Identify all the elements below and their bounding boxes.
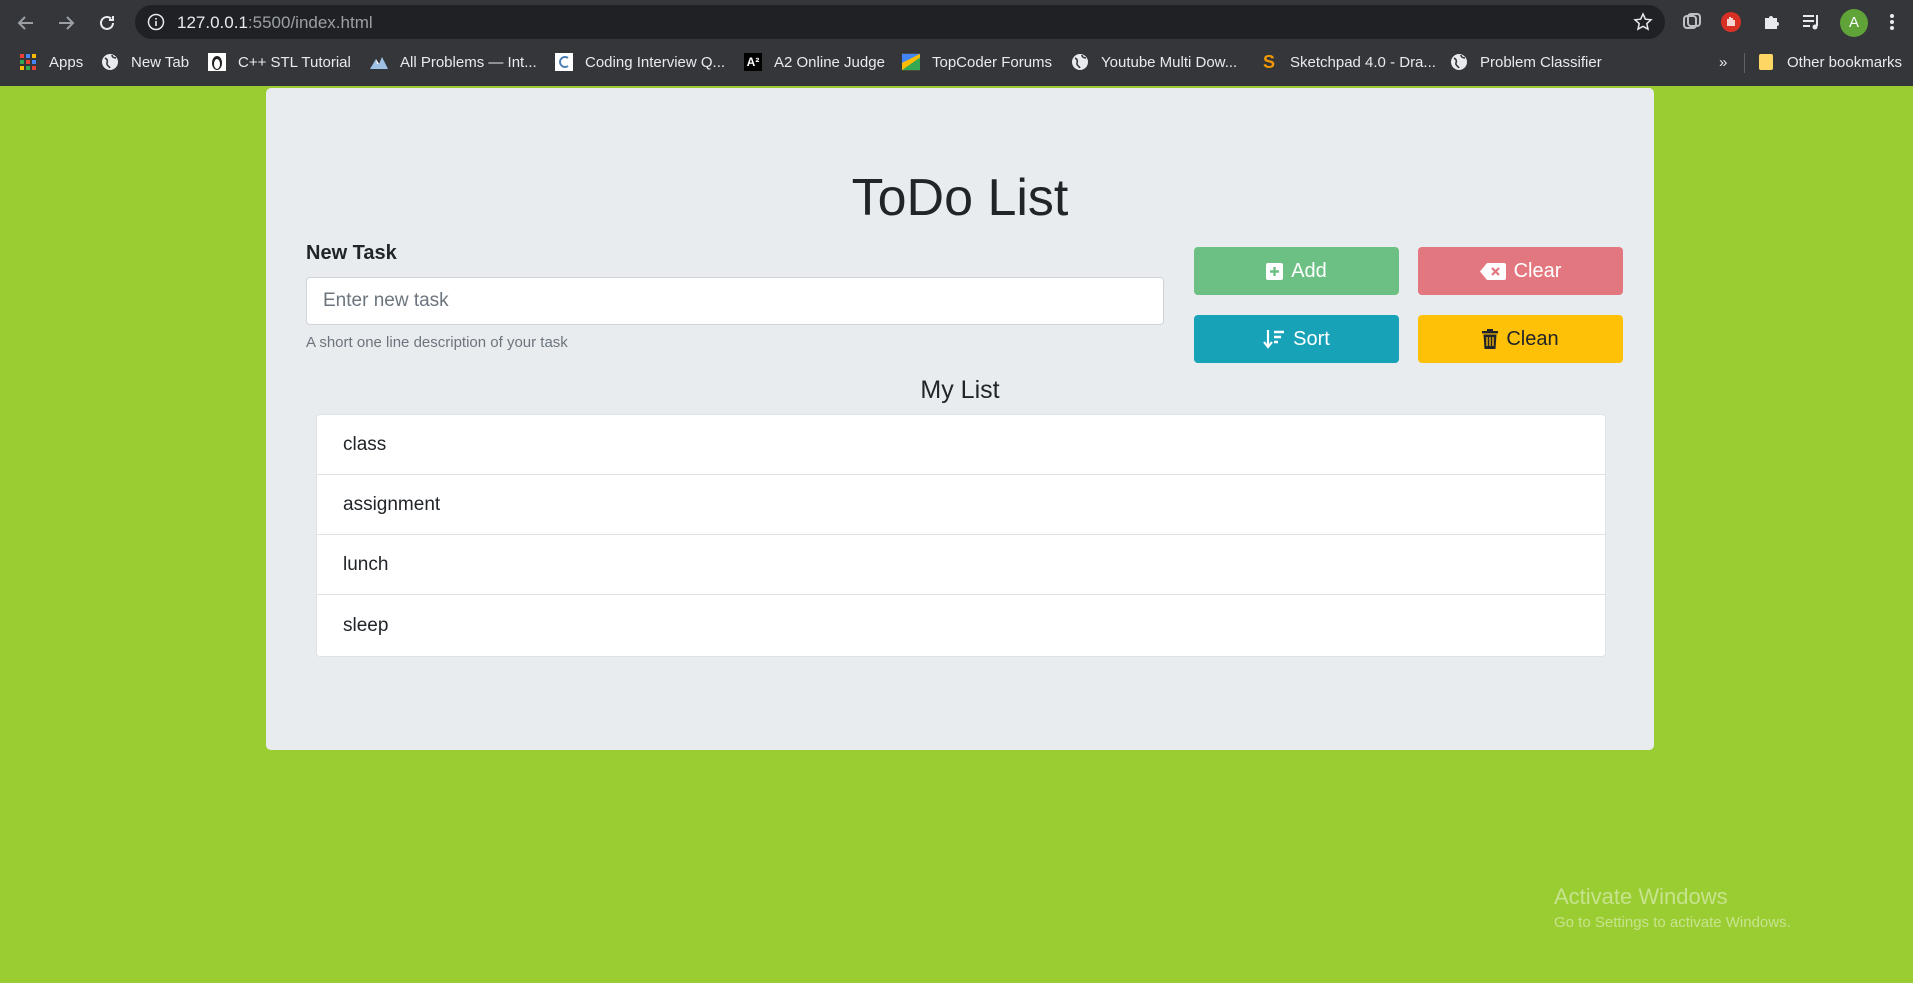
bookmark-label: Sketchpad 4.0 - Dra... — [1290, 53, 1436, 71]
todo-card: ToDo List New Task A short one line desc… — [266, 88, 1654, 750]
forward-button[interactable] — [52, 9, 80, 37]
bookmark-label: Coding Interview Q... — [585, 53, 726, 71]
c-logo-icon — [555, 53, 573, 71]
list-title: My List — [920, 376, 1000, 404]
back-button[interactable] — [12, 9, 40, 37]
bookmark-new-tab[interactable]: New Tab — [101, 47, 189, 77]
page-title: ToDo List — [851, 169, 1069, 227]
back-arrow-icon — [17, 16, 33, 30]
add-button[interactable]: Add — [1194, 247, 1399, 295]
bookmark-cpp-stl[interactable]: C++ STL Tutorial — [208, 47, 351, 77]
browser-chrome: 127.0.0.1:5500/index.html A Apps New Tab… — [0, 0, 1913, 86]
reload-button[interactable] — [93, 9, 121, 37]
bookmark-label: Problem Classifier — [1480, 53, 1602, 71]
url-host: 127.0.0.1 — [177, 13, 248, 32]
bookmark-label: Youtube Multi Dow... — [1101, 53, 1238, 71]
bookmark-apps[interactable]: Apps — [19, 47, 83, 77]
clear-button[interactable]: Clear — [1418, 247, 1623, 295]
other-bookmarks[interactable]: Other bookmarks — [1757, 47, 1902, 77]
activate-windows-watermark: Activate Windows Go to Settings to activ… — [1554, 884, 1791, 931]
trash-icon — [1482, 329, 1499, 349]
bookmark-coding-interview[interactable]: Coding Interview Q... — [555, 47, 725, 77]
clear-button-label: Clear — [1513, 259, 1562, 282]
extension-hand-icon[interactable] — [1719, 10, 1743, 34]
bookmark-label: New Tab — [131, 53, 190, 71]
info-icon[interactable] — [147, 13, 165, 31]
backspace-icon — [1479, 262, 1506, 280]
bookmark-topcoder-forums[interactable]: TopCoder Forums — [902, 47, 1052, 77]
todo-list: class assignment lunch sleep — [316, 414, 1606, 657]
globe-icon — [101, 53, 119, 71]
bookmark-label: TopCoder Forums — [932, 53, 1053, 71]
sketchpad-icon: S — [1262, 51, 1275, 72]
extensions-puzzle-icon[interactable] — [1760, 10, 1784, 34]
extension-sync-icon[interactable] — [1680, 10, 1704, 34]
list-item[interactable]: assignment — [317, 475, 1605, 535]
address-bar[interactable]: 127.0.0.1:5500/index.html — [135, 5, 1665, 39]
other-bookmarks-label: Other bookmarks — [1787, 53, 1903, 71]
sort-down-icon — [1263, 330, 1285, 349]
list-item[interactable]: lunch — [317, 535, 1605, 595]
list-item[interactable]: class — [317, 415, 1605, 475]
penguin-icon — [208, 53, 226, 71]
bookmark-label: All Problems — Int... — [400, 53, 537, 71]
bookmark-label: A2 Online Judge — [774, 53, 885, 71]
bookmarks-divider — [1744, 53, 1745, 73]
globe-icon — [1450, 53, 1468, 71]
watermark-title: Activate Windows — [1554, 884, 1728, 909]
list-item[interactable]: sleep — [317, 595, 1605, 656]
browser-menu-icon[interactable] — [1880, 10, 1904, 34]
bookmark-label: Apps — [49, 53, 84, 71]
sort-button[interactable]: Sort — [1194, 315, 1399, 363]
topcoder-icon — [902, 53, 920, 71]
globe-icon — [1071, 53, 1089, 71]
profile-avatar[interactable]: A — [1840, 9, 1868, 37]
url-path: :5500/index.html — [247, 13, 373, 32]
clean-button-label: Clean — [1506, 327, 1559, 350]
apps-grid-icon — [19, 53, 37, 71]
bookmark-star-icon[interactable] — [1633, 12, 1653, 32]
reload-icon — [100, 15, 114, 30]
bookmark-sketchpad[interactable]: S Sketchpad 4.0 - Dra... — [1260, 47, 1436, 77]
add-button-label: Add — [1291, 259, 1327, 282]
more-bookmarks-button[interactable]: » — [1719, 47, 1727, 77]
watermark-subtitle: Go to Settings to activate Windows. — [1554, 914, 1791, 931]
task-help-text: A short one line description of your tas… — [306, 334, 568, 351]
url-text: 127.0.0.1:5500/index.html — [177, 13, 373, 33]
bookmark-all-problems[interactable]: All Problems — Int... — [370, 47, 537, 77]
new-task-label: New Task — [306, 242, 397, 264]
media-control-icon[interactable] — [1800, 10, 1824, 34]
bookmark-a2-online-judge[interactable]: A² A2 Online Judge — [744, 47, 885, 77]
bookmarks-bar: Apps New Tab C++ STL Tutorial All Proble… — [0, 47, 1913, 77]
sort-button-label: Sort — [1293, 327, 1330, 350]
clean-button[interactable]: Clean — [1418, 315, 1623, 363]
forward-arrow-icon — [59, 16, 75, 30]
folder-icon — [1757, 53, 1775, 71]
bookmark-youtube-multi[interactable]: Youtube Multi Dow... — [1071, 47, 1237, 77]
plus-square-icon — [1266, 262, 1284, 280]
bookmark-label: C++ STL Tutorial — [238, 53, 351, 71]
mountain-icon — [370, 53, 388, 71]
a2-logo-icon: A² — [744, 53, 762, 71]
bookmark-problem-classifier[interactable]: Problem Classifier — [1450, 47, 1602, 77]
new-task-input[interactable] — [306, 277, 1164, 325]
